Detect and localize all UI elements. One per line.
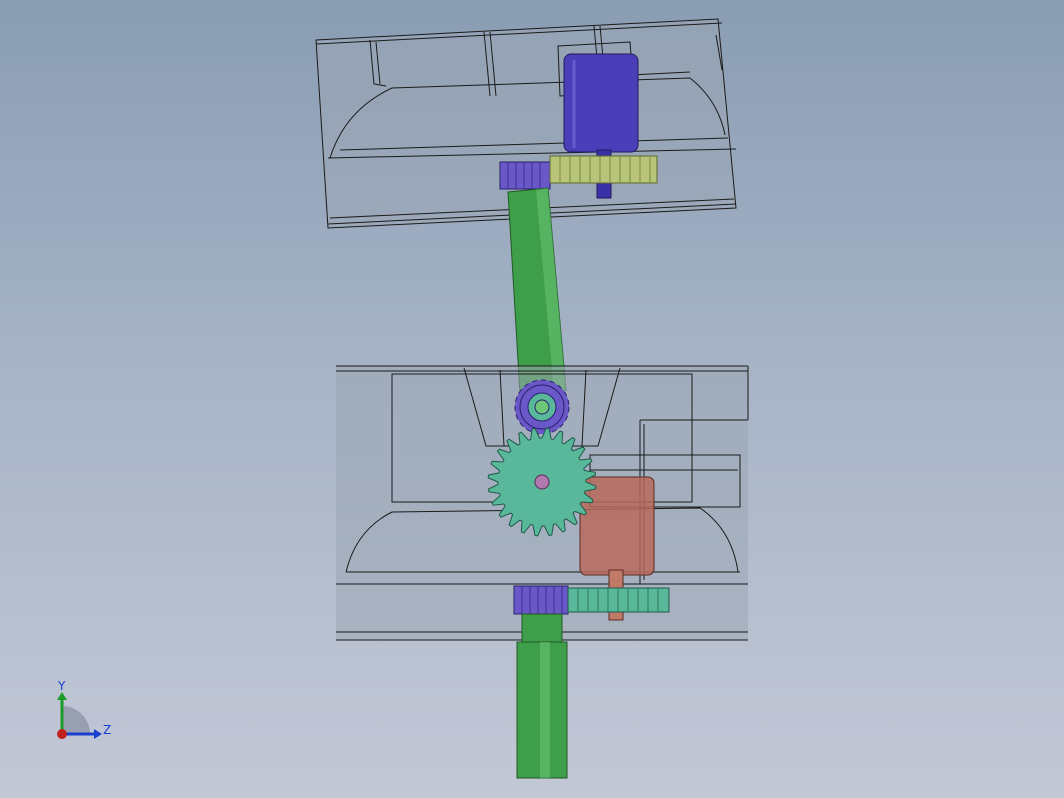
upper-gear-blue[interactable] [499,161,551,190]
z-axis-label: Z [103,723,111,737]
view-triad: Y Z [57,679,111,739]
main-shaft[interactable] [507,187,567,395]
y-axis-label: Y [57,679,66,693]
assembly-model[interactable]: Y Z [0,0,1064,798]
small-spur-gear[interactable] [514,379,570,435]
x-axis-dot [57,729,67,739]
upper-gear-olive[interactable] [549,155,658,184]
cad-viewport[interactable]: Y Z [0,0,1064,798]
lower-gear-teal[interactable] [567,587,670,613]
output-shaft[interactable] [516,613,568,779]
lower-gear-blue[interactable] [513,585,569,615]
